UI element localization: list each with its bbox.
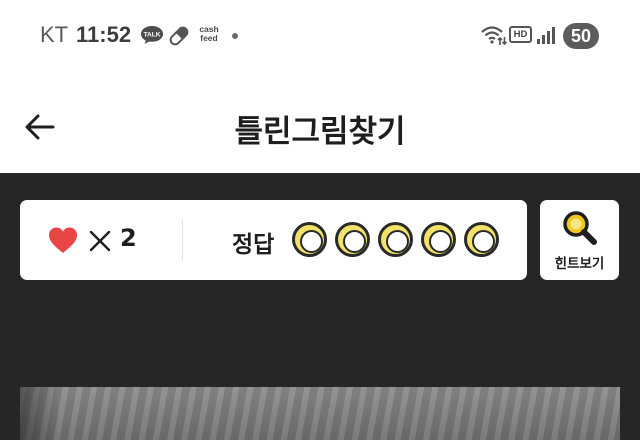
panel-divider: [182, 220, 183, 260]
wifi-icon: [481, 26, 508, 46]
pill-icon: [169, 26, 189, 46]
status-time: 11:52: [76, 22, 132, 47]
answer-slot: [421, 222, 456, 257]
game-area: 2 정답 힌트보기: [0, 173, 640, 440]
answer-slot: [292, 222, 327, 257]
status-bar: KT 11:52 TALK cash feed HD 50: [0, 0, 640, 72]
talk-badge-text: TALK: [144, 32, 161, 39]
hint-button[interactable]: 힌트보기: [540, 200, 619, 280]
dot-icon: [232, 33, 238, 39]
app-header: 틀린그림찾기: [0, 72, 640, 173]
hint-label: 힌트보기: [554, 256, 605, 272]
puzzle-image[interactable]: [20, 387, 620, 440]
score-panel: 2 정답: [20, 200, 527, 280]
answer-slot: [378, 222, 413, 257]
cashfeed-line2: feed: [200, 33, 218, 43]
signal-icon: [537, 27, 555, 44]
answer-slot: [464, 222, 499, 257]
cashfeed-icon: cash feed: [195, 25, 223, 43]
lives-count: 2: [120, 224, 137, 252]
carrier-name: KT: [40, 22, 69, 47]
hd-icon: HD: [509, 26, 532, 43]
times-icon: [89, 230, 111, 252]
talk-icon: TALK: [141, 26, 163, 44]
heart-icon: [49, 227, 77, 253]
magnifier-icon: [563, 211, 597, 245]
answer-slot: [335, 222, 370, 257]
answer-slots: [292, 222, 499, 258]
battery-badge: 50: [563, 23, 599, 49]
answer-label: 정답: [232, 232, 275, 258]
page-title: 틀린그림찾기: [234, 114, 406, 150]
